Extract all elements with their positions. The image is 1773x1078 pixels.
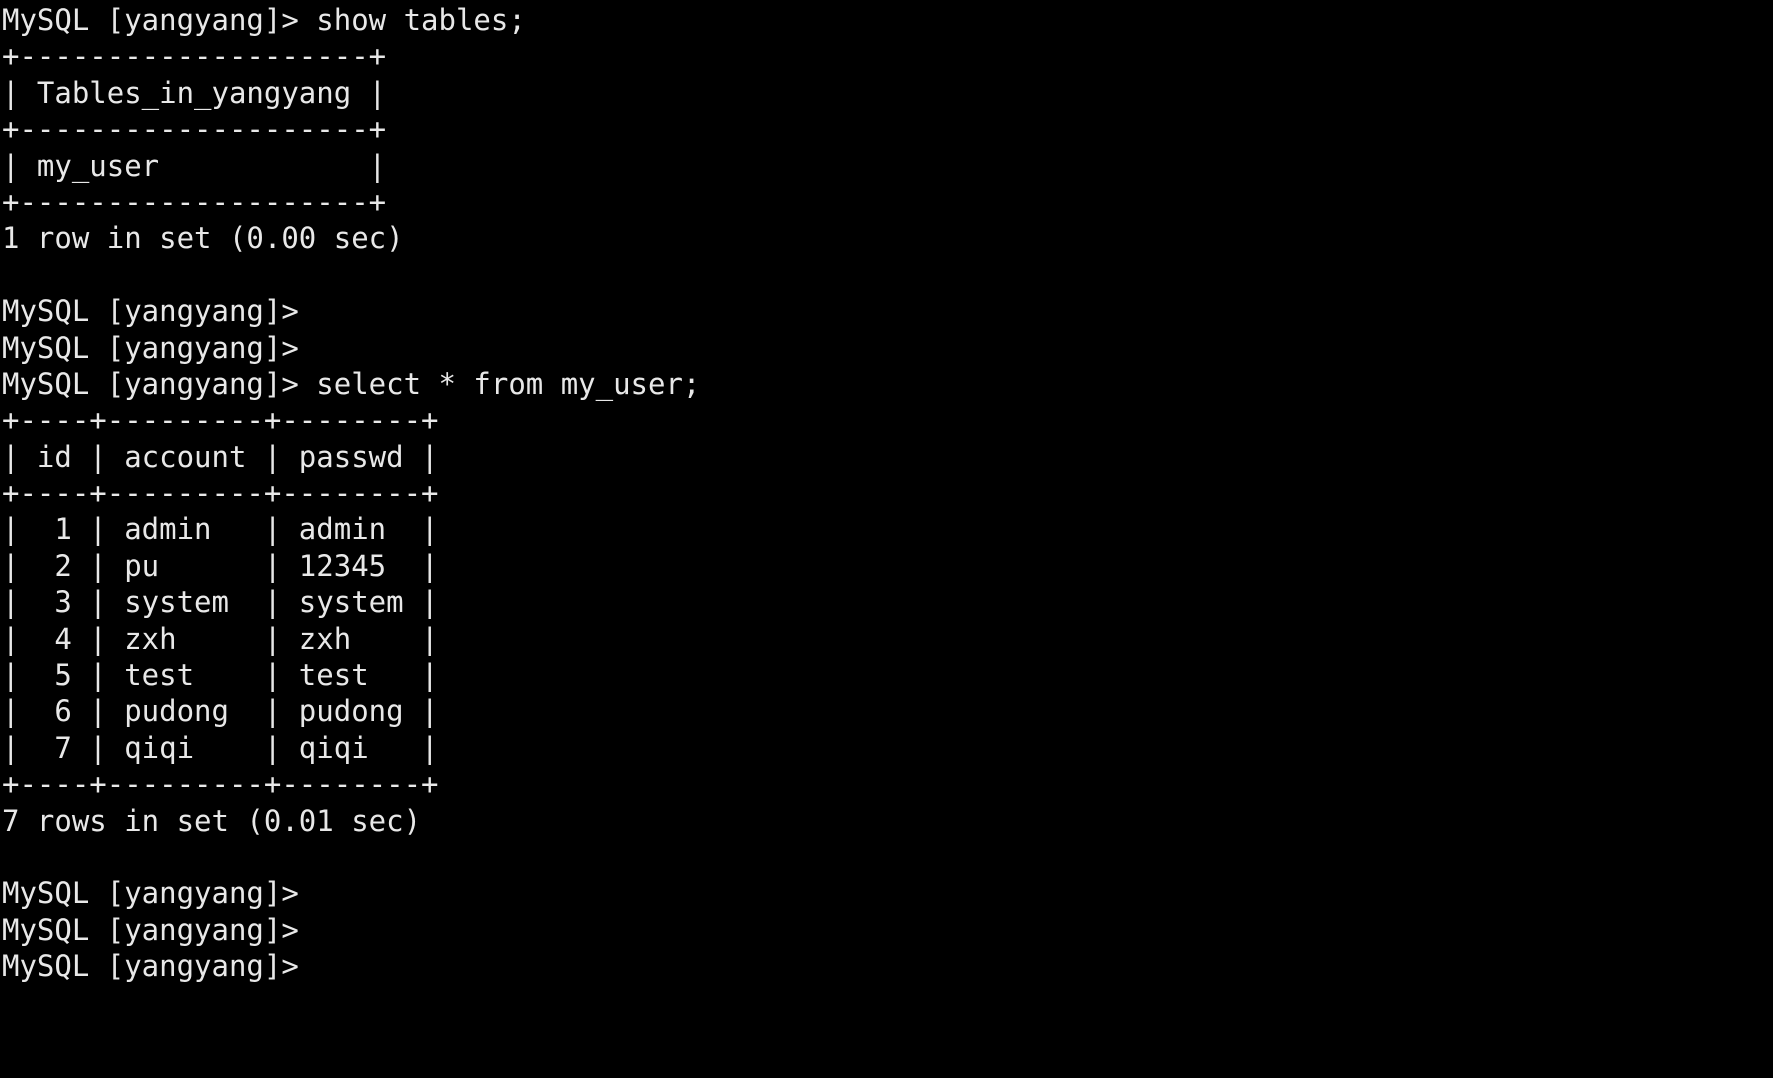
terminal-line: | 3 | system | system | <box>2 585 439 620</box>
terminal-screen[interactable]: MySQL [yangyang]> show tables; +---------… <box>0 0 1773 1078</box>
terminal-line: | 6 | pudong | pudong | <box>2 694 439 729</box>
terminal-line: +--------------------+ <box>2 184 387 219</box>
terminal-line: | my_user | <box>2 148 387 183</box>
terminal-line: +----+---------+--------+ <box>2 476 439 511</box>
terminal-line: +--------------------+ <box>2 39 387 74</box>
terminal-line: MySQL [yangyang]> <box>2 876 299 911</box>
terminal-line: | id | account | passwd | <box>2 439 439 474</box>
terminal-line: MySQL [yangyang]> show tables; <box>2 3 526 37</box>
terminal-line: MySQL [yangyang]> select * from my_user; <box>2 366 701 401</box>
terminal-line: MySQL [yangyang]> <box>2 912 299 947</box>
terminal-line: 7 rows in set (0.01 sec) <box>2 803 422 838</box>
terminal-line: +----+---------+--------+ <box>2 403 439 438</box>
terminal-line: 1 row in set (0.00 sec) <box>2 221 404 256</box>
terminal-line: | 7 | qiqi | qiqi | <box>2 730 439 765</box>
terminal-line: | 2 | pu | 12345 | <box>2 548 439 583</box>
terminal-output: MySQL [yangyang]> show tables; +---------… <box>2 2 1773 985</box>
terminal-line: | Tables_in_yangyang | <box>2 75 387 110</box>
terminal-line: MySQL [yangyang]> <box>2 330 299 365</box>
terminal-line: MySQL [yangyang]> <box>2 949 299 984</box>
terminal-line: | 5 | test | test | <box>2 658 439 693</box>
terminal-line: +----+---------+--------+ <box>2 767 439 802</box>
terminal-line: MySQL [yangyang]> <box>2 294 299 329</box>
terminal-line: | 4 | zxh | zxh | <box>2 621 439 656</box>
terminal-line: | 1 | admin | admin | <box>2 512 439 547</box>
terminal-line: +--------------------+ <box>2 112 387 147</box>
